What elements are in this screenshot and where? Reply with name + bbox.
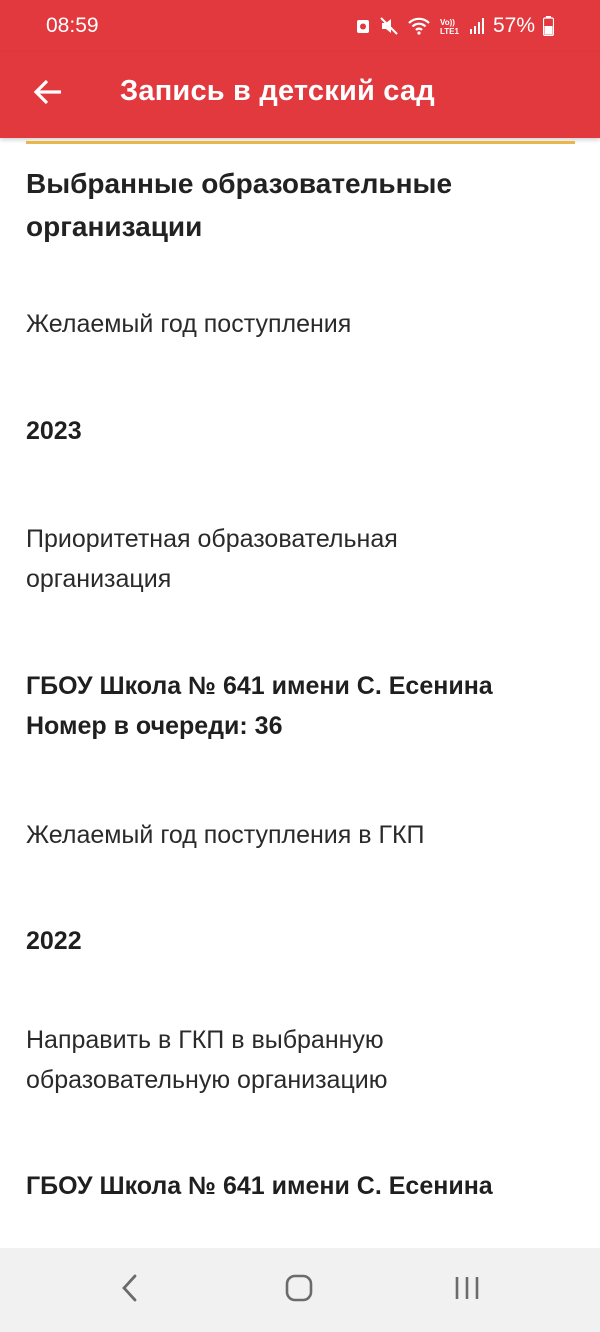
status-icons: Vo)) LTE1 57% (355, 14, 554, 38)
field-label-gkp-org: Направить в ГКП в выбранную образователь… (26, 1026, 388, 1094)
signal-icon (469, 17, 485, 35)
mute-icon (379, 16, 399, 36)
back-button[interactable] (24, 72, 72, 116)
app-bar: Запись в детский сад (0, 52, 600, 138)
back-nav-icon (120, 1273, 140, 1308)
field-value-gkp-org: ГБОУ Школа № 641 имени С. Есенина (26, 1172, 493, 1200)
volte-icon: Vo)) LTE1 (439, 16, 461, 36)
battery-percent: 57% (492, 14, 535, 37)
nav-home-button[interactable] (269, 1266, 329, 1314)
field-value-gkp-year: 2022 (26, 927, 82, 955)
status-time: 08:59 (46, 14, 99, 37)
section-heading: Выбранные образовательные организации (26, 168, 453, 242)
field-label-desired-year: Желаемый год поступления (26, 310, 352, 338)
recents-nav-icon (453, 1274, 481, 1307)
field-value-queue-number: Номер в очереди: 36 (26, 712, 283, 740)
field-value-priority-org: ГБОУ Школа № 641 имени С. Есенина (26, 672, 493, 700)
notification-icon (355, 17, 371, 35)
accent-divider (26, 141, 575, 144)
system-nav-bar (0, 1248, 600, 1332)
svg-text:Vo)): Vo)) (440, 18, 455, 27)
back-arrow-icon (33, 79, 63, 110)
wifi-icon (407, 16, 431, 36)
home-nav-icon (284, 1273, 314, 1308)
nav-back-button[interactable] (100, 1266, 160, 1314)
battery-icon (543, 16, 554, 36)
field-value-desired-year: 2023 (26, 417, 82, 445)
nav-recents-button[interactable] (437, 1266, 497, 1314)
page-title: Запись в детский сад (120, 75, 435, 107)
field-label-priority-org: Приоритетная образовательная организация (26, 525, 398, 593)
svg-text:LTE1: LTE1 (440, 27, 460, 36)
status-bar: 08:59 Vo)) LTE1 57% (0, 0, 600, 52)
field-label-gkp-year: Желаемый год поступления в ГКП (26, 821, 425, 849)
